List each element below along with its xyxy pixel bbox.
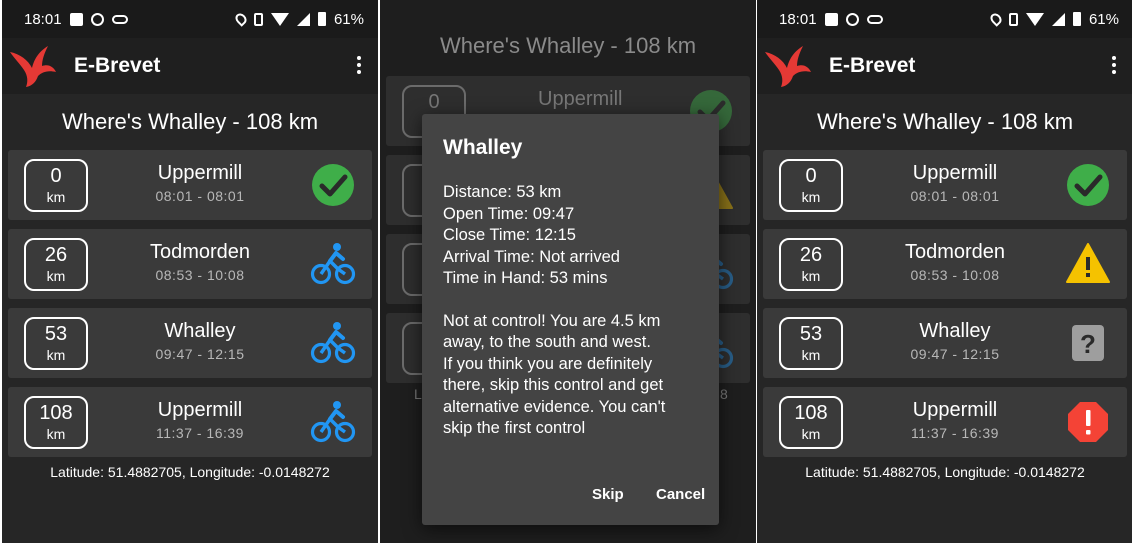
cancel-button[interactable]: Cancel [656, 486, 705, 503]
control-name: Uppermill [157, 162, 243, 184]
warning-icon [1065, 241, 1111, 287]
dialog-title: Whalley [443, 136, 523, 159]
control-name: Whalley [919, 320, 991, 342]
control-card[interactable]: 108 km Uppermill 11:37 - 16:39 [763, 387, 1127, 457]
control-list: 0 km Uppermill 08:01 - 08:01 26 km Todmord… [757, 150, 1132, 457]
voicemail-icon [111, 14, 128, 24]
time-in-hand-line: Time in Hand: 53 mins [443, 269, 608, 287]
control-name: Uppermill [157, 399, 243, 421]
status-bar: 18:01 61% [757, 0, 1132, 38]
control-name: Todmorden [904, 241, 1006, 263]
phone-screen-dialog: Where's Whalley - 108 km 0 Uppermill 1 L… [380, 0, 756, 543]
battery-level: 61% [333, 10, 364, 28]
signal-icon [296, 12, 310, 26]
control-times: 11:37 - 16:39 [911, 425, 999, 441]
control-times: 08:53 - 10:08 [910, 267, 1000, 283]
control-card[interactable]: 26 km Todmorden 08:53 - 10:08 [763, 229, 1127, 299]
distance-line: Distance: 53 km [443, 183, 562, 201]
bird-logo-icon [763, 42, 813, 88]
km-badge: 108 km [24, 396, 88, 449]
bicycle-icon [310, 320, 356, 366]
dimmed-coords-end: 8 [720, 386, 728, 402]
bicycle-icon [310, 399, 356, 445]
close-time-line: Close Time: 12:15 [443, 226, 576, 244]
km-badge: 0 km [779, 159, 843, 212]
control-card[interactable]: 53 km Whalley 09:47 - 12:15 [763, 308, 1127, 378]
control-times: 08:53 - 10:08 [155, 267, 245, 283]
control-card[interactable]: 0 km Uppermill 08:01 - 08:01 [8, 150, 372, 220]
vibrate-icon [253, 12, 263, 26]
dimmed-coords-start: L [414, 386, 422, 402]
app-bar: E-Brevet [757, 38, 1132, 94]
whatsapp-icon [845, 12, 859, 26]
control-card[interactable]: 26 km Todmorden 08:53 - 10:08 [8, 229, 372, 299]
app-title: E-Brevet [829, 54, 916, 77]
status-time: 18:01 [779, 10, 817, 28]
control-name: Todmorden [149, 241, 251, 263]
control-name: Uppermill [912, 399, 998, 421]
km-badge: 53 km [779, 317, 843, 370]
control-card[interactable]: 108 km Uppermill 11:37 - 16:39 [8, 387, 372, 457]
km-badge: 53 km [24, 317, 88, 370]
app-bar: E-Brevet [2, 38, 378, 94]
phone-screen-controls: 18:01 61% E-Brevet Where's Whalley - 108… [2, 0, 378, 543]
skip-button[interactable]: Skip [592, 486, 624, 503]
more-options-icon[interactable] [1111, 56, 1117, 74]
bicycle-icon [310, 241, 356, 287]
status-bar: 18:01 61% [2, 0, 378, 38]
control-info-dialog: Whalley Distance: 53 km Open Time: 09:47… [422, 114, 719, 525]
vibrate-icon [1008, 12, 1018, 26]
wifi-icon [270, 12, 289, 26]
question-icon [1065, 320, 1111, 366]
error-icon [1065, 399, 1111, 445]
km-badge: 26 km [24, 238, 88, 291]
open-time-line: Open Time: 09:47 [443, 204, 575, 223]
gallery-icon [69, 12, 83, 26]
route-title: Where's Whalley - 108 km [816, 109, 1074, 134]
dialog-body: Distance: 53 km Open Time: 09:47 Close T… [443, 182, 703, 440]
more-options-icon[interactable] [356, 56, 362, 74]
control-name: Whalley [164, 320, 236, 342]
control-times: 11:37 - 16:39 [156, 425, 244, 441]
location-icon [233, 11, 249, 27]
arrival-time-line: Arrival Time: Not arrived [443, 247, 620, 266]
bird-logo-icon [8, 42, 58, 88]
wifi-icon [1025, 12, 1044, 26]
battery-icon [1072, 12, 1081, 26]
dimmed-control-name: Uppermill [538, 88, 623, 110]
km-badge: 26 km [779, 238, 843, 291]
control-card[interactable]: 53 km Whalley 09:47 - 12:15 [8, 308, 372, 378]
control-times: 08:01 - 08:01 [910, 188, 1000, 204]
check-icon [1065, 162, 1111, 208]
km-badge: 108 km [779, 396, 843, 449]
location-icon [988, 11, 1004, 27]
whatsapp-icon [90, 12, 104, 26]
signal-icon [1051, 12, 1065, 26]
coordinates: Latitude: 51.4882705, Longitude: -0.0148… [805, 464, 1085, 480]
control-card[interactable]: 0 km Uppermill 08:01 - 08:01 [763, 150, 1127, 220]
control-name: Uppermill [912, 162, 998, 184]
check-icon [310, 162, 356, 208]
control-times: 09:47 - 12:15 [155, 346, 245, 362]
status-time: 18:01 [24, 10, 62, 28]
battery-level: 61% [1088, 10, 1119, 28]
dialog-message: Not at control! You are 4.5 km away, to … [443, 311, 666, 438]
app-title: E-Brevet [74, 54, 161, 77]
control-times: 09:47 - 12:15 [910, 346, 1000, 362]
gallery-icon [824, 12, 838, 26]
phone-screen-controls-status: 18:01 61% E-Brevet Where's Whalley - 108… [757, 0, 1132, 543]
voicemail-icon [866, 14, 883, 24]
control-times: 08:01 - 08:01 [155, 188, 245, 204]
control-list: 0 km Uppermill 08:01 - 08:01 26 km Todmord… [2, 150, 378, 457]
route-title: Where's Whalley - 108 km [61, 109, 319, 134]
battery-icon [317, 12, 326, 26]
coordinates: Latitude: 51.4882705, Longitude: -0.0148… [50, 464, 330, 480]
km-badge: 0 km [24, 159, 88, 212]
